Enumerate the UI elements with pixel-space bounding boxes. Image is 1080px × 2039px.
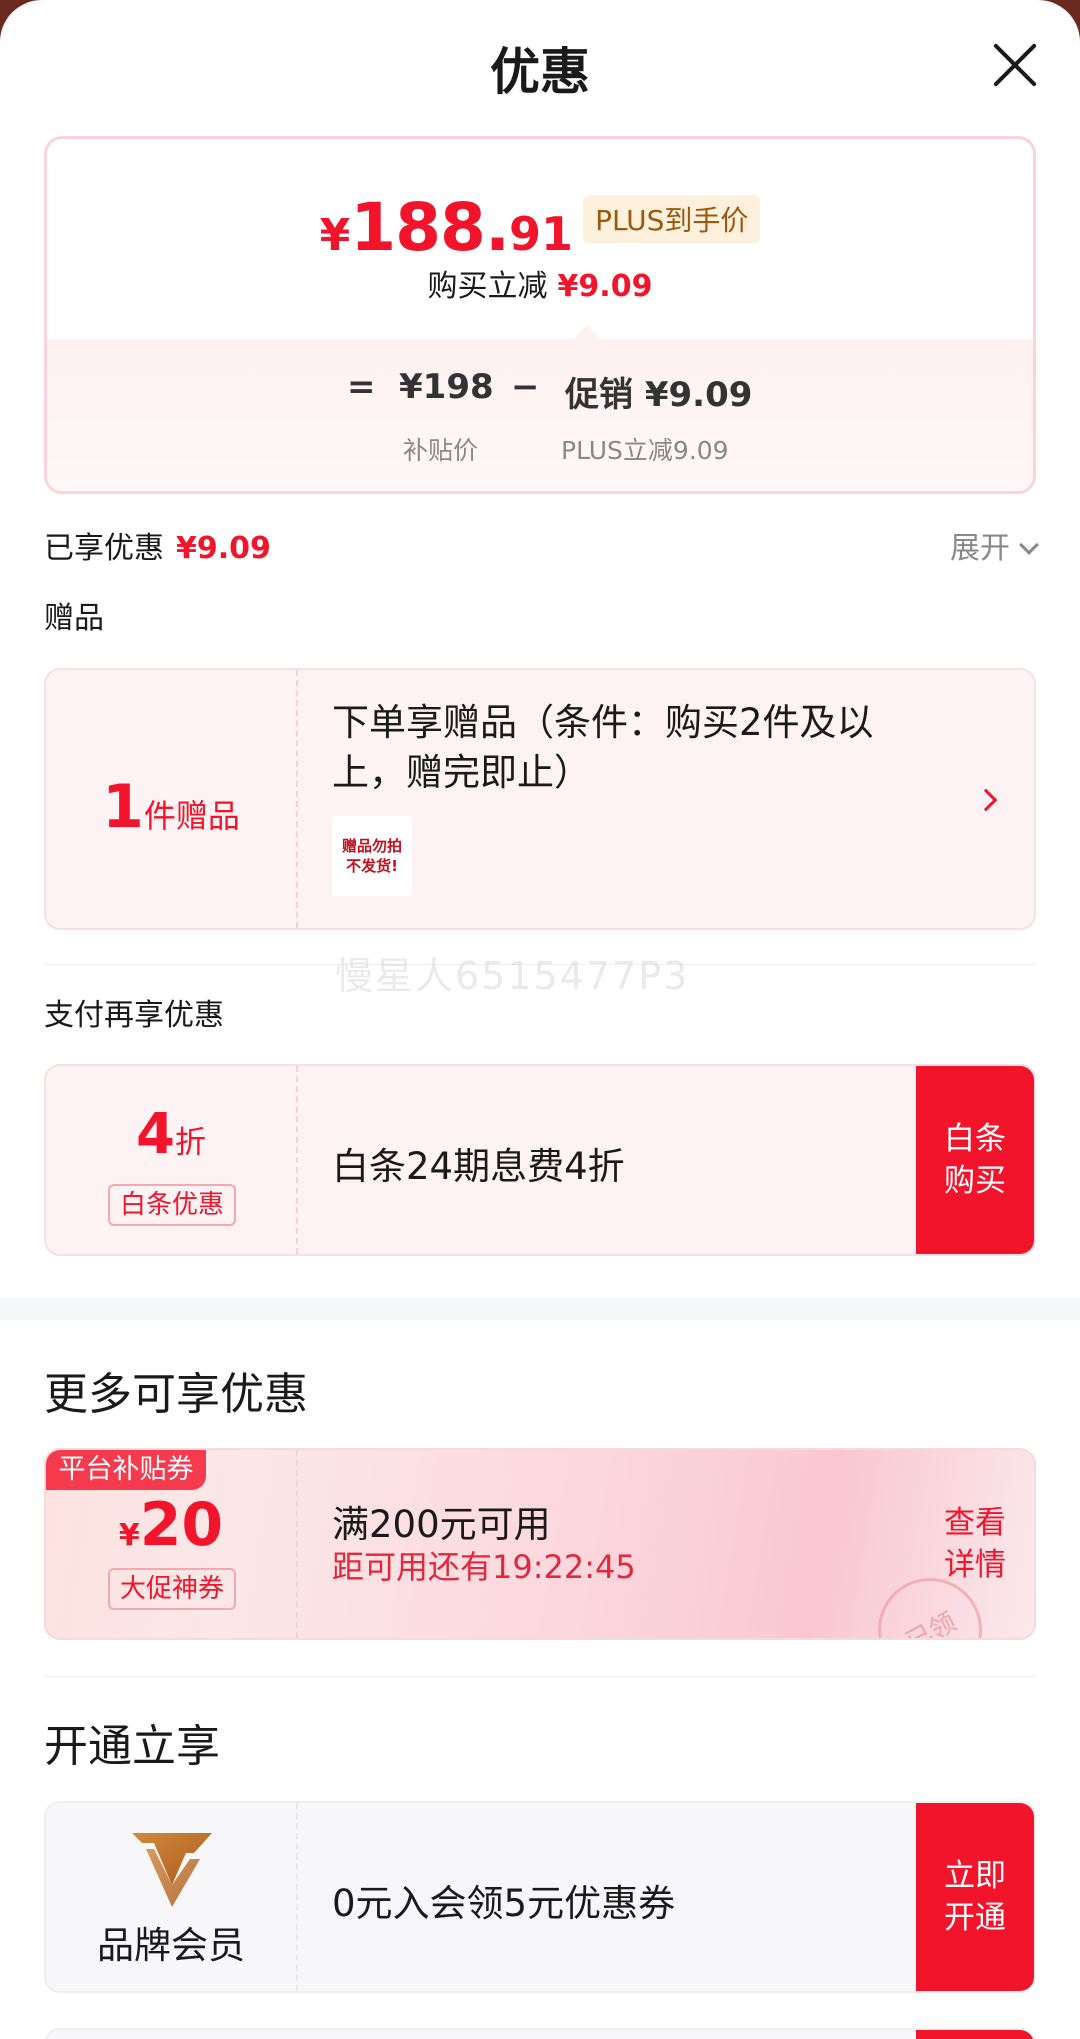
baitiao-card-left: 4折 白条优惠 — [46, 1066, 298, 1254]
currency-symbol: ¥ — [319, 210, 351, 261]
baitiao-buy-label: 白条购买 — [944, 1121, 1006, 1199]
price-upper: ¥188.91 PLUS到手价 购买立减 ¥9.09 — [47, 139, 1033, 339]
coupon-tag: 大促神券 — [108, 1568, 236, 1610]
plus-price-tag: PLUS到手价 — [583, 195, 761, 243]
discount-rate: 4折 — [46, 1102, 296, 1167]
coupon-countdown: 距可用还有19:22:45 — [332, 1548, 636, 1586]
brand-v-logo-icon — [132, 1833, 212, 1907]
brand-member-name: 品牌会员 — [97, 1924, 245, 1967]
gift-count-number: 1 — [102, 772, 144, 842]
gift-thumb-line1: 赠品勿拍 — [341, 837, 402, 855]
base-price-value: ¥198 — [399, 367, 494, 407]
enjoyed-value: ¥9.09 — [176, 531, 271, 566]
discount-sheet: 优惠 ¥188.91 PLUS到手价 购买立减 ¥9.09 = ¥198 补贴价 −… — [0, 0, 1080, 2039]
promo-label: PLUS立减9.09 — [561, 436, 729, 465]
coupon-amount: ¥20 — [46, 1490, 296, 1560]
view-details-button[interactable]: 查看详情 — [916, 1450, 1034, 1638]
brand-member-card: 品牌会员 0元入会领5元优惠券 立即开通 — [44, 1801, 1036, 1993]
open-membership-title: 开通立享 — [44, 1721, 220, 1772]
price-summary-card: ¥188.91 PLUS到手价 购买立减 ¥9.09 = ¥198 补贴价 − 促销… — [44, 136, 1036, 494]
view-details-label: 查看详情 — [944, 1505, 1006, 1583]
equals-sign: = — [347, 367, 376, 407]
platform-coupon-card: ¥20 大促神券 平台补贴券 满200元可用 距可用还有19:22:45 已领 … — [44, 1448, 1036, 1640]
gift-section-label: 赠品 — [44, 601, 104, 636]
gift-card-left: 1件赠品 — [46, 670, 298, 928]
price-breakdown: = ¥198 补贴价 − 促销 ¥9.09 PLUS立减9.09 — [47, 339, 1033, 491]
platform-coupon-badge: 平台补贴券 — [46, 1450, 206, 1490]
next-card-button[interactable] — [916, 2030, 1034, 2039]
enjoyed-label: 已享优惠 — [44, 531, 164, 566]
notch-arrow — [573, 325, 601, 339]
chevron-down-icon — [1019, 535, 1039, 555]
baitiao-tag: 白条优惠 — [108, 1184, 236, 1226]
coupon-currency: ¥ — [118, 1518, 140, 1553]
coupon-value: 20 — [139, 1490, 224, 1560]
direct-discount-label: 购买立减 — [427, 269, 548, 304]
gift-description: 下单享赠品（条件：购买2件及以上，赠完即止） — [332, 701, 874, 794]
minus-sign: − — [511, 367, 540, 407]
promo-value: 促销 ¥9.09 — [565, 375, 753, 415]
sheet-title: 优惠 — [490, 43, 590, 101]
brand-member-left: 品牌会员 — [46, 1803, 298, 1991]
price-decimal: 91 — [509, 207, 574, 261]
gift-count: 1件赠品 — [46, 772, 296, 842]
enjoyed-discount: 已享优惠 ¥9.09 — [44, 523, 271, 567]
chevron-right-icon — [974, 788, 998, 812]
direct-discount-value: ¥9.09 — [557, 269, 653, 304]
base-price-label: 补贴价 — [403, 436, 479, 465]
gift-count-unit: 件赠品 — [143, 797, 240, 835]
baitiao-buy-button[interactable]: 白条购买 — [916, 1066, 1034, 1254]
next-card-partial — [44, 2028, 1036, 2039]
pay-section-label: 支付再享优惠 — [44, 998, 224, 1033]
discount-number: 4 — [136, 1102, 175, 1167]
price-integer: 188. — [350, 189, 510, 266]
discount-unit: 折 — [174, 1125, 206, 1161]
gift-card[interactable]: 1件赠品 下单享赠品（条件：购买2件及以上，赠完即止） 赠品勿拍 不发货! — [44, 668, 1036, 930]
baitiao-description: 白条24期息费4折 — [332, 1145, 625, 1188]
baitiao-card: 4折 白条优惠 白条24期息费4折 白条购买 — [44, 1064, 1036, 1256]
coupon-condition: 满200元可用 — [332, 1503, 551, 1546]
final-price: ¥188.91 PLUS到手价 — [47, 189, 1033, 266]
direct-discount: 购买立减 ¥9.09 — [47, 261, 1033, 305]
section-separator — [0, 1298, 1080, 1320]
close-icon[interactable] — [992, 42, 1038, 88]
join-now-label: 立即开通 — [944, 1858, 1006, 1936]
more-offers-title: 更多可享优惠 — [44, 1369, 308, 1420]
divider — [44, 1676, 1036, 1677]
watermark: 慢星人6515477P3 — [335, 954, 690, 998]
sheet-header: 优惠 — [0, 0, 1080, 130]
expand-label: 展开 — [950, 531, 1010, 566]
expand-button[interactable]: 展开 — [950, 523, 1039, 567]
join-now-button[interactable]: 立即开通 — [916, 1803, 1034, 1991]
gift-thumb-line2: 不发货! — [346, 857, 398, 875]
brand-member-description: 0元入会领5元优惠券 — [332, 1882, 676, 1925]
gift-thumbnail: 赠品勿拍 不发货! — [332, 816, 412, 896]
